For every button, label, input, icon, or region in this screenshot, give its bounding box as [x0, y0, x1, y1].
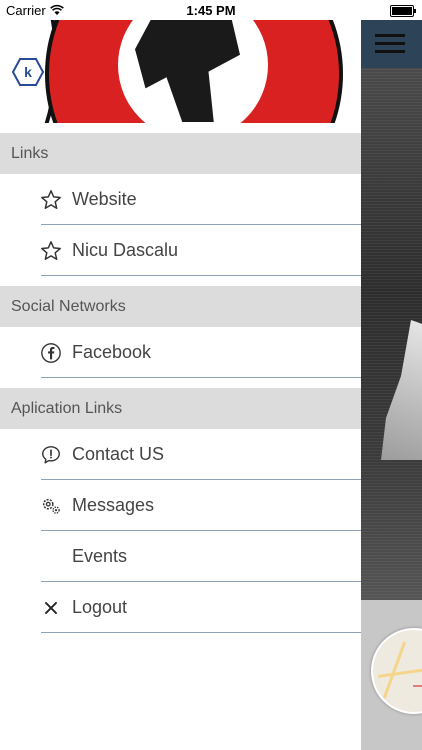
status-bar: Carrier 1:45 PM — [0, 0, 422, 20]
section-header-social-networks: Social Networks — [0, 286, 361, 327]
menu-item-messages[interactable]: Messages — [0, 480, 361, 531]
menu-item-label: Facebook — [72, 342, 152, 362]
background-content[interactable] — [361, 20, 422, 750]
facebook-icon — [41, 343, 61, 363]
menu-item-website[interactable]: Website — [0, 174, 361, 225]
k-hexagon-logo-icon: k — [12, 58, 44, 86]
app-logo-banner: k — [0, 20, 361, 123]
menu-item-label: Nicu Dascalu — [72, 240, 179, 260]
star-icon — [41, 241, 61, 260]
menu-item-contact-us[interactable]: Contact US — [0, 429, 361, 480]
star-icon — [41, 190, 61, 209]
menu-item-label: Logout — [72, 597, 128, 617]
menu-item-events[interactable]: Events — [0, 531, 361, 582]
k-badge-letter: k — [24, 64, 32, 80]
gears-icon — [42, 498, 60, 514]
close-icon — [45, 602, 57, 614]
menu-item-label: Messages — [72, 495, 155, 515]
hamburger-menu-icon[interactable] — [375, 34, 405, 54]
section-header-links: Links — [0, 133, 361, 174]
menu-item-facebook[interactable]: Facebook — [0, 327, 361, 378]
battery-icon — [390, 5, 416, 17]
side-menu: Links Website Nicu Dascalu Social Networ… — [0, 133, 361, 633]
navigation-bar — [361, 20, 422, 68]
clock-time: 1:45 PM — [186, 3, 236, 18]
divider — [41, 377, 361, 378]
menu-item-logout[interactable]: Logout — [0, 582, 361, 633]
section-header-aplication-links: Aplication Links — [0, 388, 361, 429]
menu-item-label: Contact US — [72, 444, 165, 464]
menu-item-label: Events — [72, 546, 128, 566]
menu-item-label: Website — [72, 189, 137, 209]
menu-item-nicu-dascalu[interactable]: Nicu Dascalu — [0, 225, 361, 276]
divider — [41, 632, 361, 633]
divider — [41, 275, 361, 276]
speech-bubble-exclamation-icon — [42, 446, 60, 464]
